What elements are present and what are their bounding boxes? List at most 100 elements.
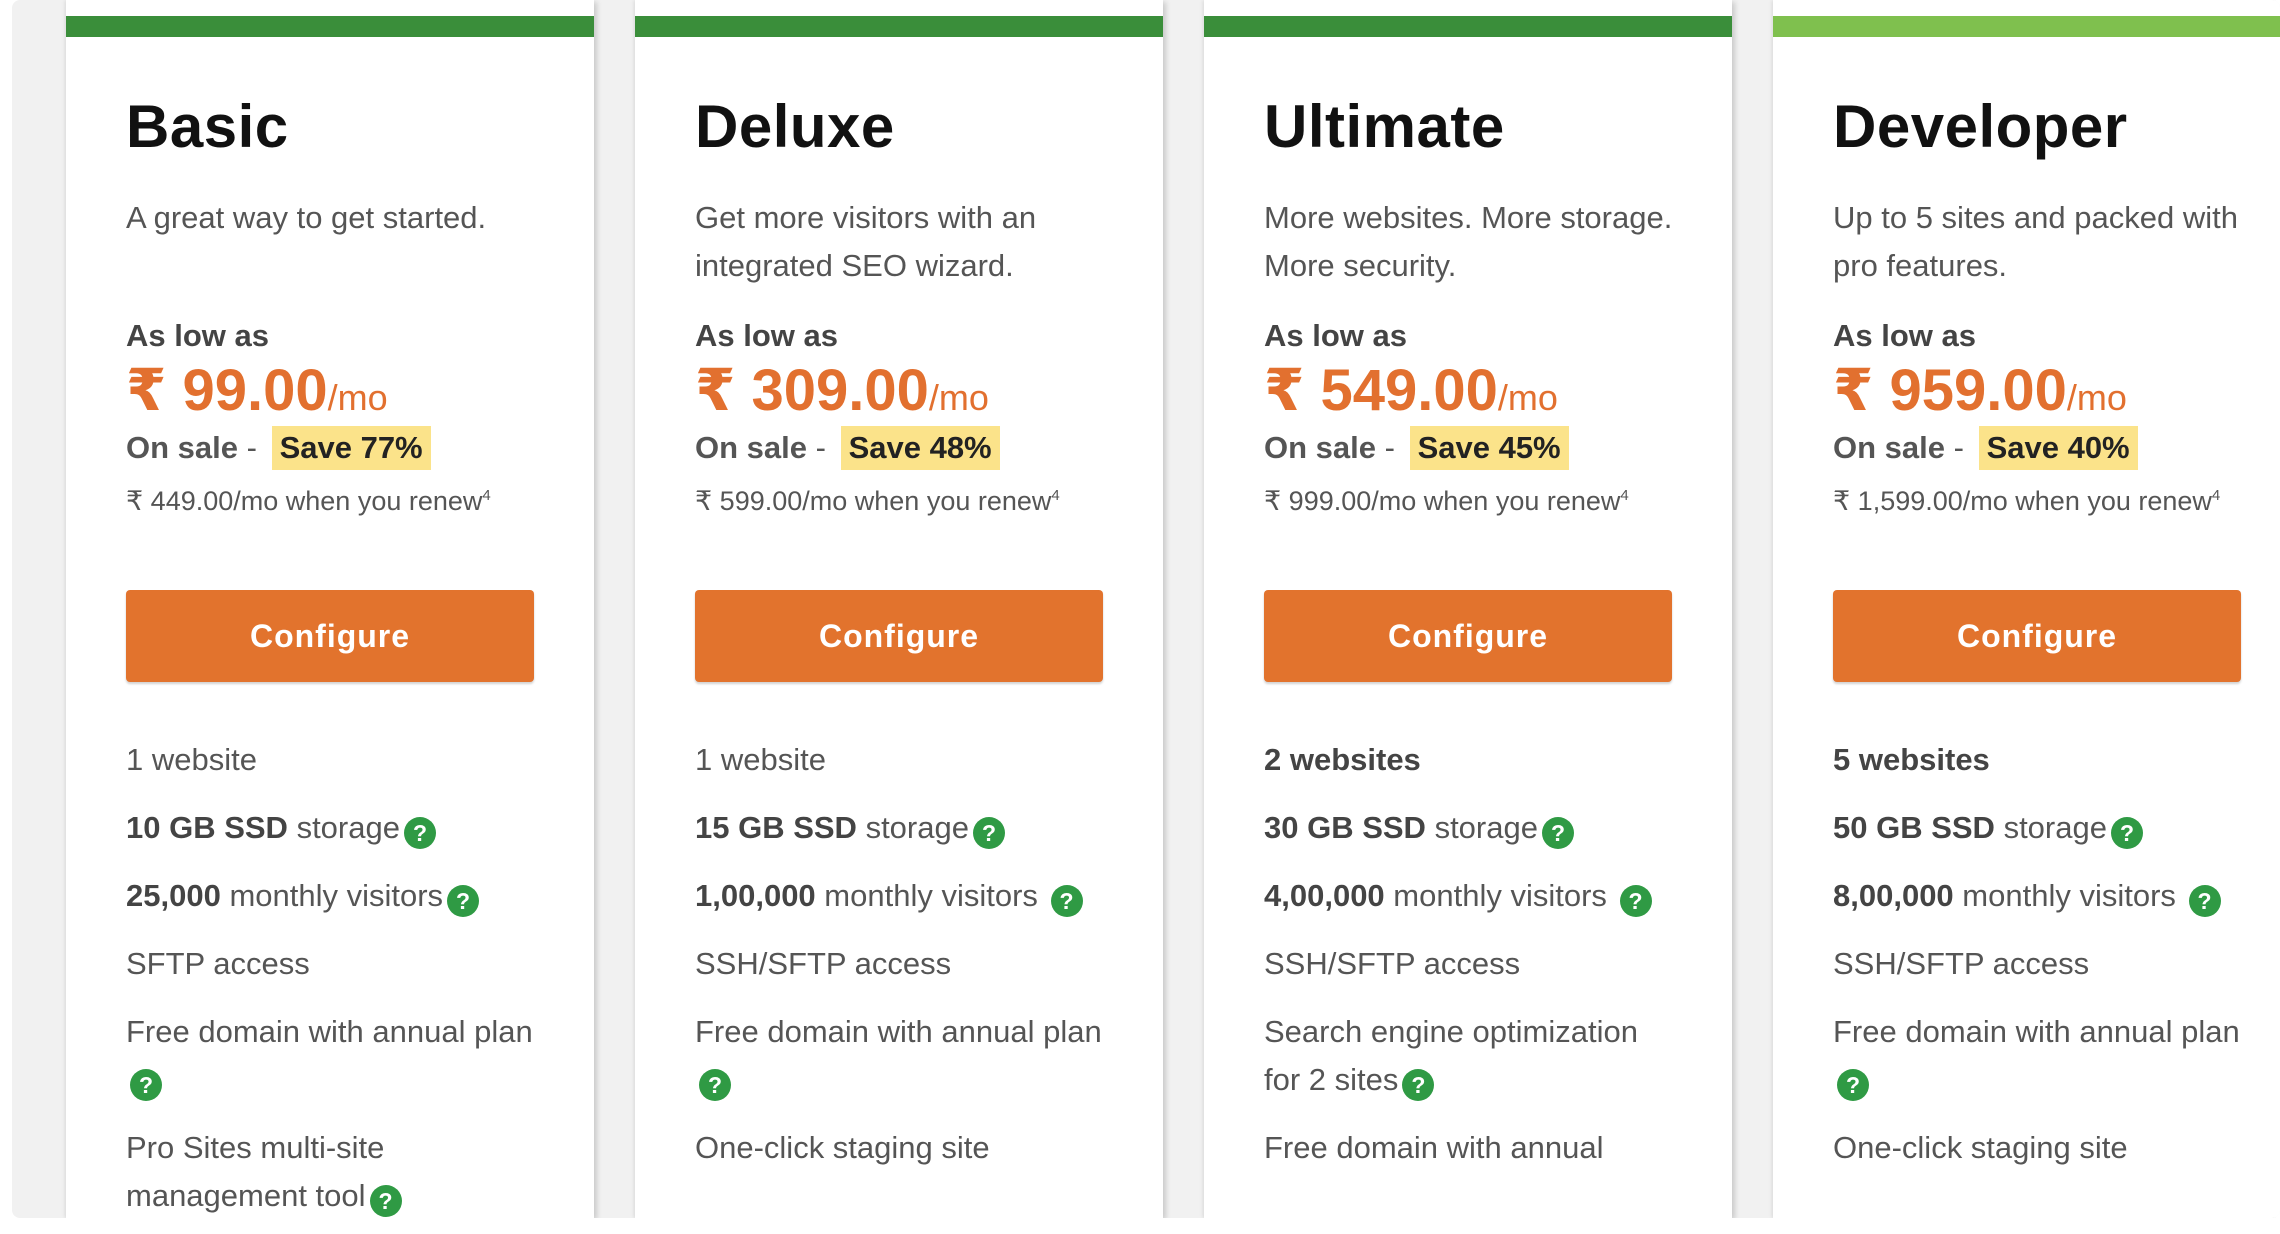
- renewal-price: ₹ 449.00/mo when you renew4: [126, 478, 546, 519]
- help-circle-icon[interactable]: ?: [369, 1185, 402, 1217]
- footnote-mark: 4: [482, 487, 491, 504]
- feature-list: 1 website 15 GB SSD storage? 1,00,000 mo…: [695, 736, 1105, 1192]
- plan-card-basic: Basic A great way to get started. As low…: [66, 0, 594, 1218]
- renewal-text: ₹ 449.00/mo when you renew: [126, 486, 483, 516]
- feature-free-domain-text: Free domain with annual plan: [126, 1014, 533, 1049]
- sale-line: On sale - Save 77%: [126, 426, 431, 470]
- feature-visitors-strong: 25,000: [126, 878, 221, 913]
- renewal-price: ₹ 999.00/mo when you renew4: [1264, 478, 1684, 519]
- plan-price: ₹ 549.00/mo: [1264, 356, 1558, 424]
- feature-free-domain: Free domain with annual plan?: [126, 1008, 536, 1104]
- sale-line: On sale - Save 45%: [1264, 426, 1569, 470]
- feature-access: SSH/SFTP access: [695, 946, 952, 981]
- renewal-price: ₹ 599.00/mo when you renew4: [695, 478, 1115, 519]
- help-circle-icon[interactable]: ?: [1050, 885, 1083, 917]
- feature-visitors-strong: 8,00,000: [1833, 878, 1954, 913]
- plan-name: Developer: [1833, 93, 2128, 160]
- plan-accent-bar: [66, 16, 594, 37]
- plan-accent-bar: [1204, 16, 1732, 37]
- plan-name: Deluxe: [695, 93, 895, 160]
- feature-storage-strong: 15 GB SSD: [695, 810, 857, 845]
- feature-visitors-strong: 1,00,000: [695, 878, 816, 913]
- feature-storage-text: storage: [1994, 810, 2107, 845]
- feature-websites-text: 1 website: [126, 742, 257, 777]
- configure-button-basic[interactable]: Configure: [126, 590, 534, 682]
- feature-pro-sites: Pro Sites multi-site management tool?: [126, 1124, 536, 1218]
- price-period: /mo: [327, 377, 388, 418]
- help-circle-icon[interactable]: ?: [130, 1069, 162, 1101]
- plan-price: ₹ 959.00/mo: [1833, 356, 2127, 424]
- feature-storage-strong: 50 GB SSD: [1833, 810, 1995, 845]
- feature-visitors-strong: 4,00,000: [1264, 878, 1385, 913]
- feature-free-domain: Free domain with annual plan?: [1833, 1008, 2243, 1104]
- plan-price: ₹ 309.00/mo: [695, 356, 989, 424]
- plan-tagline: Get more visitors with an integrated SEO…: [695, 200, 1037, 283]
- price-period: /mo: [1497, 377, 1558, 418]
- feature-websites-text: 1 website: [695, 742, 826, 777]
- help-circle-icon[interactable]: ?: [699, 1069, 731, 1101]
- plan-name: Basic: [126, 93, 289, 160]
- feature-storage: 15 GB SSD storage?: [695, 804, 1105, 852]
- feature-free-domain: Free domain with annual plan?: [695, 1008, 1105, 1104]
- help-circle-icon[interactable]: ?: [1402, 1069, 1435, 1101]
- feature-visitors: 8,00,000 monthly visitors ?: [1833, 872, 2243, 920]
- footnote-mark: 4: [1051, 487, 1060, 504]
- feature-visitors: 1,00,000 monthly visitors ?: [695, 872, 1105, 920]
- price-prefix: As low as: [126, 318, 269, 353]
- feature-websites: 2 websites: [1264, 736, 1674, 784]
- feature-storage: 50 GB SSD storage?: [1833, 804, 2243, 852]
- feature-list: 1 website 10 GB SSD storage? 25,000 mont…: [126, 736, 536, 1218]
- feature-staging: One-click staging site: [695, 1130, 990, 1165]
- price-prefix: As low as: [1264, 318, 1407, 353]
- sale-line: On sale - Save 48%: [695, 426, 1000, 470]
- feature-free-domain-text: Free domain with annual plan: [1833, 1014, 2240, 1049]
- price-amount: ₹ 549.00: [1264, 358, 1498, 423]
- feature-storage: 30 GB SSD storage?: [1264, 804, 1674, 852]
- feature-list: 5 websites 50 GB SSD storage? 8,00,000 m…: [1833, 736, 2243, 1192]
- feature-websites: 1 website: [126, 736, 536, 784]
- feature-storage-text: storage: [856, 810, 969, 845]
- plan-tagline: A great way to get started.: [126, 200, 487, 235]
- price-prefix: As low as: [695, 318, 838, 353]
- help-circle-icon[interactable]: ?: [403, 817, 436, 849]
- help-circle-icon[interactable]: ?: [1619, 885, 1652, 917]
- on-sale-label: On sale: [695, 430, 807, 465]
- footnote-mark: 4: [2211, 487, 2221, 504]
- feature-access: SSH/SFTP access: [1264, 946, 1521, 981]
- help-circle-icon[interactable]: ?: [972, 817, 1005, 849]
- price-period: /mo: [928, 377, 989, 418]
- feature-seo-text: Search engine optimization for 2 sites: [1264, 1014, 1638, 1097]
- configure-button-ultimate[interactable]: Configure: [1264, 590, 1672, 682]
- on-sale-label: On sale: [1833, 430, 1945, 465]
- renewal-text: ₹ 1,599.00/mo when you renew: [1833, 486, 2212, 516]
- feature-staging: One-click staging site: [1833, 1130, 2128, 1165]
- pricing-panel: Basic A great way to get started. As low…: [12, 0, 2280, 1218]
- price-amount: ₹ 99.00: [126, 358, 328, 423]
- feature-storage-strong: 10 GB SSD: [126, 810, 288, 845]
- help-circle-icon[interactable]: ?: [2188, 885, 2221, 917]
- sale-line: On sale - Save 40%: [1833, 426, 2138, 470]
- plan-accent-bar: [635, 16, 1163, 37]
- renewal-text: ₹ 999.00/mo when you renew: [1264, 486, 1621, 516]
- configure-button-deluxe[interactable]: Configure: [695, 590, 1103, 682]
- feature-websites: 1 website: [695, 736, 1105, 784]
- feature-websites-strong: 2 websites: [1264, 742, 1421, 777]
- help-circle-icon[interactable]: ?: [1837, 1069, 1869, 1101]
- plan-tagline: More websites. More storage. More securi…: [1264, 200, 1673, 283]
- feature-websites: 5 websites: [1833, 736, 2243, 784]
- feature-visitors-text: monthly visitors: [815, 878, 1038, 913]
- feature-storage-text: storage: [1425, 810, 1538, 845]
- help-circle-icon[interactable]: ?: [1541, 817, 1574, 849]
- save-badge: Save 77%: [271, 426, 431, 470]
- plan-price: ₹ 99.00/mo: [126, 356, 388, 424]
- footnote-mark: 4: [1620, 487, 1629, 504]
- on-sale-label: On sale: [1264, 430, 1376, 465]
- configure-button-developer[interactable]: Configure: [1833, 590, 2241, 682]
- help-circle-icon[interactable]: ?: [2110, 817, 2143, 849]
- feature-visitors-text: monthly visitors: [220, 878, 444, 913]
- help-circle-icon[interactable]: ?: [447, 885, 480, 917]
- feature-access: SFTP access: [126, 946, 310, 981]
- feature-storage: 10 GB SSD storage?: [126, 804, 536, 852]
- renewal-text: ₹ 599.00/mo when you renew: [695, 486, 1052, 516]
- plan-accent-bar: [1773, 16, 2280, 37]
